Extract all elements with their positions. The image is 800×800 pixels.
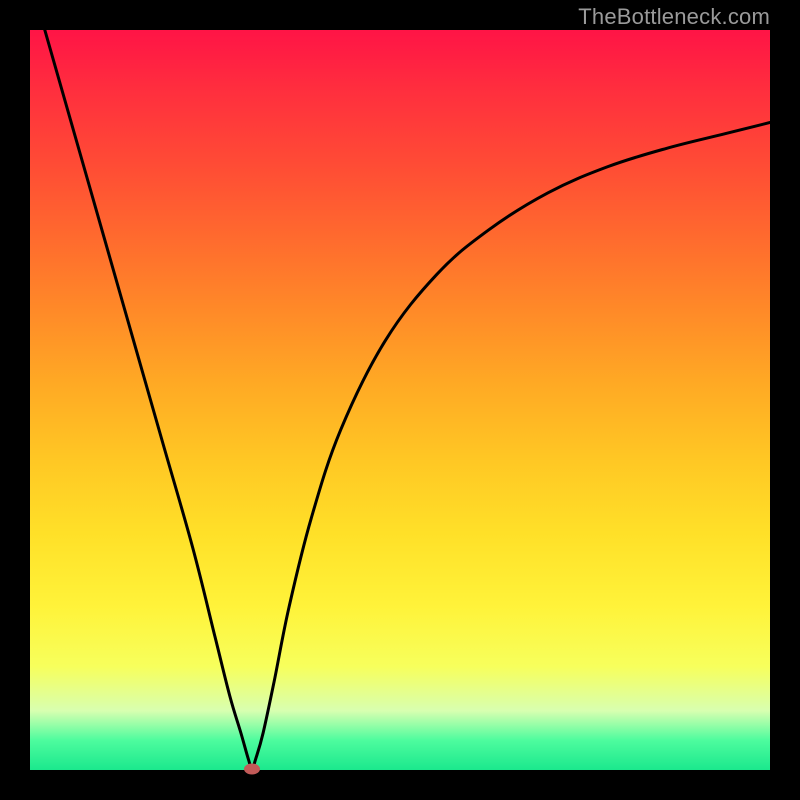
curve-svg (30, 30, 770, 770)
watermark-text: TheBottleneck.com (578, 4, 770, 30)
plot-area (30, 30, 770, 770)
chart-frame: TheBottleneck.com (0, 0, 800, 800)
minimum-marker (244, 763, 260, 774)
bottleneck-curve (45, 30, 770, 769)
